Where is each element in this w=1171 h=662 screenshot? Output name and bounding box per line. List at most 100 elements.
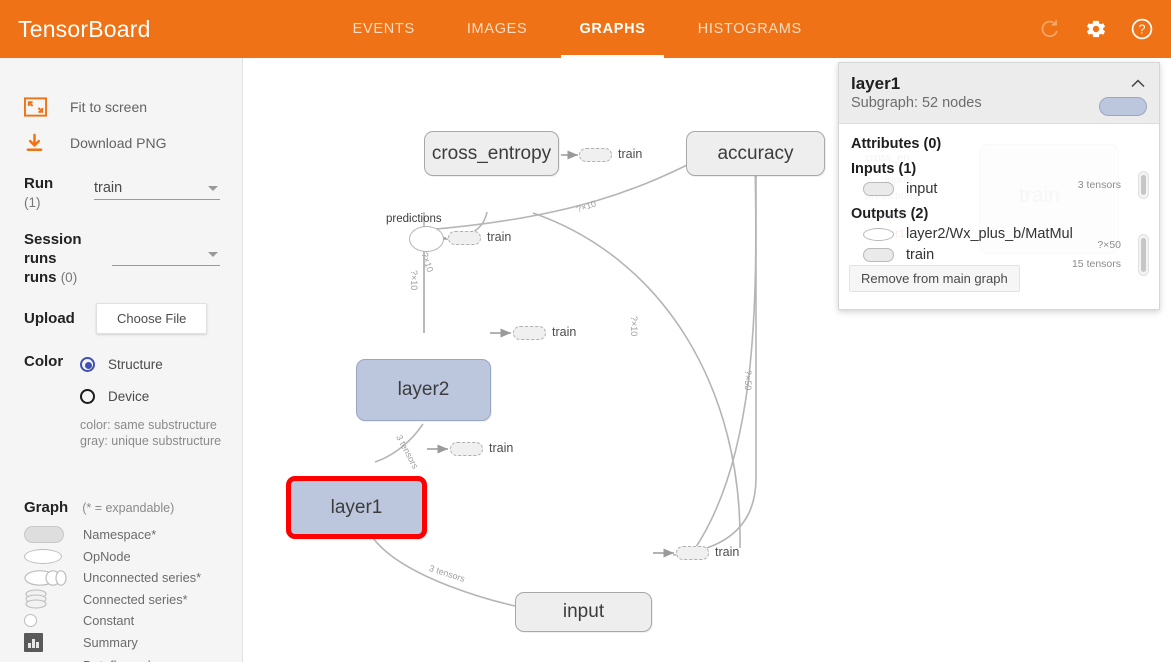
run-label-group: Run (1): [24, 174, 90, 212]
session-runs-label2: runs: [24, 269, 61, 286]
run-select[interactable]: train: [94, 174, 220, 200]
opnode-icon: [24, 548, 76, 564]
tab-histograms[interactable]: HISTOGRAMS: [672, 0, 828, 58]
summary-node-train-1[interactable]: [579, 148, 612, 162]
fit-to-screen-button[interactable]: Fit to screen: [0, 92, 242, 122]
summary-node-train-5[interactable]: [676, 546, 709, 560]
tab-images[interactable]: IMAGES: [441, 0, 554, 58]
svg-text:?: ?: [1139, 23, 1146, 37]
gear-icon[interactable]: [1083, 16, 1109, 42]
app-title: TensorBoard: [18, 15, 151, 42]
namespace-icon: [24, 526, 76, 544]
section-inputs-heading: Inputs (1): [851, 161, 917, 177]
color-note-2: gray: unique substructure: [80, 434, 222, 448]
legend-item-constant-label: Constant: [83, 613, 135, 629]
session-runs-label: Session runs: [24, 231, 82, 267]
color-option-device-label: Device: [108, 388, 150, 404]
output-item-matmul-meta: ?×50: [1097, 239, 1121, 251]
namespace-icon: [863, 248, 894, 262]
color-control: Color Structure Device color: same subst…: [0, 352, 242, 449]
output-tensor-bar[interactable]: [1138, 234, 1149, 276]
tab-events[interactable]: EVENTS: [327, 0, 441, 58]
run-control: Run (1) train: [0, 174, 242, 212]
input-tensor-bar[interactable]: [1138, 171, 1149, 199]
constant-icon: [24, 614, 76, 628]
legend-item-summary: Summary: [0, 632, 242, 654]
legend-item-connected-series-label: Connected series*: [83, 591, 188, 607]
legend-item-constant: Constant: [0, 610, 242, 632]
input-item-name: input: [906, 181, 938, 197]
summary-node-train-2[interactable]: [448, 231, 481, 245]
graph-node-layer2-label: layer2: [397, 379, 450, 400]
summary-node-train-2-label: train: [487, 230, 512, 244]
tab-graphs[interactable]: GRAPHS: [553, 0, 671, 58]
chevron-down-icon: [208, 186, 218, 191]
session-runs-label-group: Session runs runs (0): [24, 230, 90, 287]
node-info-panel-header: layer1 Subgraph: 52 nodes: [839, 63, 1159, 124]
radio-device-icon[interactable]: [80, 388, 95, 404]
download-icon: [24, 133, 54, 154]
run-select-value: train: [94, 180, 123, 196]
summary-node-train-3-label: train: [552, 325, 577, 339]
legend-item-namespace-label: Namespace*: [83, 527, 157, 543]
choose-file-button[interactable]: Choose File: [96, 303, 208, 334]
help-icon[interactable]: ?: [1129, 16, 1155, 42]
graph-node-predictions-label: predictions: [386, 213, 442, 225]
sidebar: Fit to screen Download PNG Run (1) train: [0, 58, 243, 662]
chevron-down-icon: [208, 252, 218, 257]
graph-node-layer2[interactable]: layer2: [356, 359, 491, 421]
chevron-up-icon[interactable]: [1131, 75, 1145, 88]
section-attributes-heading: Attributes (0): [851, 136, 942, 152]
summary-node-train-5-label: train: [715, 545, 740, 559]
tab-graphs-label: GRAPHS: [579, 21, 646, 37]
edge-label-5: ?×50: [743, 370, 753, 391]
node-info-body: train cross_en input predictions layer2 …: [839, 124, 1159, 276]
tab-events-label: EVENTS: [352, 21, 415, 37]
namespace-icon: [863, 182, 894, 196]
session-runs-select[interactable]: [112, 240, 220, 266]
color-note-1: color: same substructure: [80, 418, 217, 432]
remove-from-main-graph-button[interactable]: Remove from main graph: [849, 265, 1020, 292]
color-options: Structure Device color: same substructur…: [80, 352, 221, 449]
summary-node-train-3[interactable]: [513, 326, 546, 340]
section-outputs-heading: Outputs (2): [851, 206, 929, 222]
output-item-train-meta: 15 tensors: [1071, 258, 1121, 270]
graph-node-accuracy[interactable]: accuracy: [686, 131, 825, 176]
graph-node-input-label: input: [562, 601, 605, 622]
graph-node-layer1-label: layer1: [330, 496, 383, 518]
refresh-icon[interactable]: [1037, 16, 1063, 42]
node-info-title: layer1: [851, 74, 901, 93]
run-label: Run: [24, 175, 54, 192]
upload-label: Upload: [24, 310, 75, 327]
legend-item-opnode-label: OpNode: [83, 548, 131, 564]
graph-node-layer1[interactable]: layer1: [286, 476, 427, 539]
summary-node-train-4[interactable]: [450, 442, 483, 456]
summary-node-train-1-label: train: [618, 147, 643, 161]
download-png-button[interactable]: Download PNG: [0, 128, 242, 158]
input-item-meta: 3 tensors: [1077, 179, 1121, 191]
graph-node-input[interactable]: input: [515, 592, 652, 632]
graph-node-accuracy-label: accuracy: [717, 142, 794, 164]
node-info-panel: layer1 Subgraph: 52 nodes train cross_en…: [838, 62, 1160, 310]
color-option-structure[interactable]: Structure: [80, 352, 221, 376]
color-option-device[interactable]: Device: [80, 384, 221, 408]
radio-structure-icon[interactable]: [80, 356, 95, 372]
graph-node-predictions[interactable]: [409, 226, 444, 252]
top-app-bar: TensorBoard EVENTS IMAGES GRAPHS HISTOGR…: [0, 0, 1171, 58]
summary-icon: [24, 632, 76, 652]
color-label: Color: [24, 353, 64, 370]
legend-item-summary-label: Summary: [83, 634, 138, 650]
output-item-train-name: train: [906, 247, 935, 263]
run-count: (1): [24, 195, 41, 210]
color-option-structure-label: Structure: [108, 356, 163, 372]
edge-label-3: ?×10: [409, 270, 419, 291]
download-png-label: Download PNG: [70, 135, 167, 151]
graph-node-cross-entropy-label: cross_entropy: [431, 142, 552, 164]
upload-control: Upload Choose File: [0, 303, 242, 334]
legend-item-unconnected-series-label: Unconnected series*: [83, 570, 202, 586]
legend-item-dataflow-edge: Dataflow edge: [0, 653, 242, 662]
opnode-icon: [863, 227, 894, 241]
main-tabs: EVENTS IMAGES GRAPHS HISTOGRAMS: [327, 0, 828, 58]
top-bar-actions: ?: [1037, 0, 1155, 58]
graph-node-cross-entropy[interactable]: cross_entropy: [424, 131, 559, 176]
